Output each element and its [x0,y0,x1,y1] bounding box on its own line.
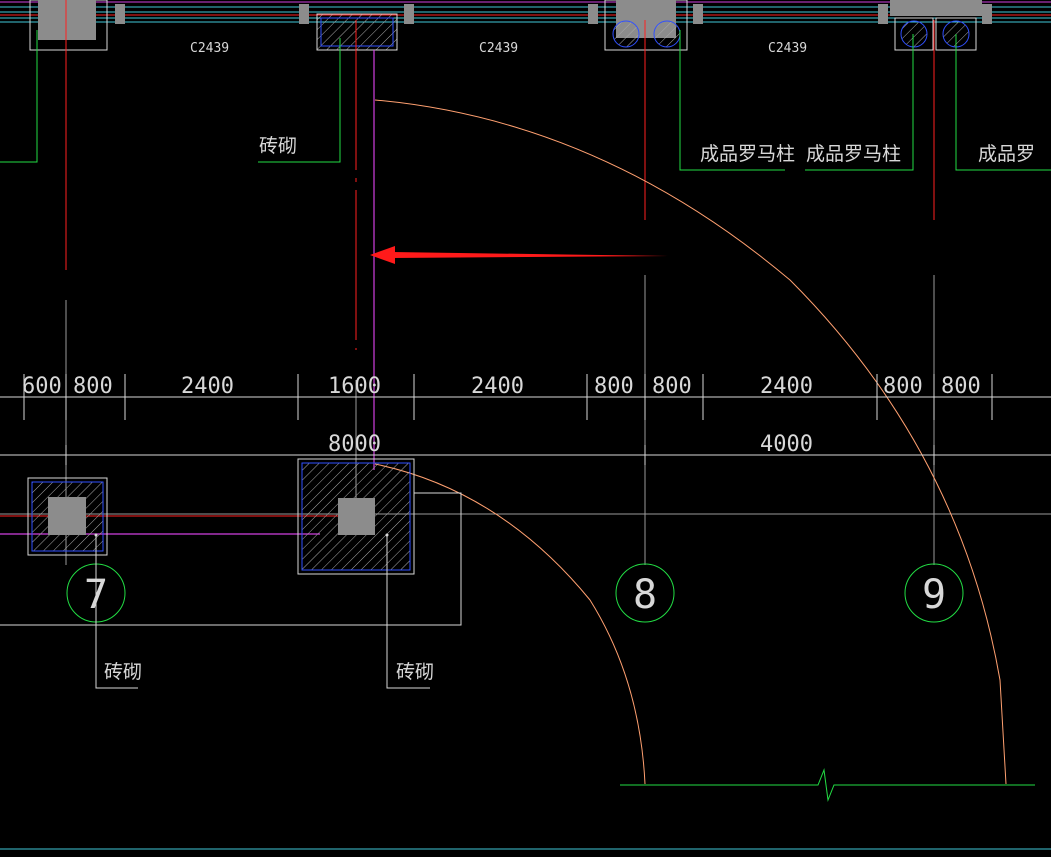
axis-bubble-8: 8 [615,563,675,623]
dim-8000: 8000 [328,432,381,457]
axis-label-8: 8 [633,572,657,618]
outer-arc [374,99,1007,785]
brick-label-bottom-right: 砖砌 [396,661,434,683]
dim-2400-c: 2400 [760,374,813,399]
top-column-right [890,0,982,51]
dim-800-e: 800 [941,374,981,399]
dim-2400-a: 2400 [181,374,234,399]
top-column-brick [316,13,398,51]
dim-800-c: 800 [652,374,692,399]
inner-arc [374,463,646,785]
bottom-column-center [297,458,415,575]
top-column-mid [604,0,688,51]
red-arrow-annotation [370,246,668,264]
window-label-3: C2439 [768,41,807,56]
dim-600: 600 [22,374,62,399]
window-label-1: C2439 [190,41,229,56]
roman-column-label-1: 成品罗马柱 [700,143,795,165]
dim-2400-b: 2400 [471,374,524,399]
window-label-2: C2439 [479,41,518,56]
roman-column-label-2: 成品罗马柱 [806,143,901,165]
dim-800-d: 800 [883,374,923,399]
bottom-column-left [27,477,108,556]
roman-column-label-3: 成品罗 [978,143,1035,165]
dim-1600: 1600 [328,374,381,399]
break-line [620,768,1035,802]
brick-label-bottom-left: 砖砌 [104,661,142,683]
axis-label-9: 9 [922,572,946,618]
axis-lines [0,0,1051,565]
dim-800-a: 800 [73,374,113,399]
floor-plan-drawing: C2439 C2439 C2439 砖砌 成品罗马柱 成品罗马柱 成品罗 600… [0,0,1051,850]
dim-800-b: 800 [594,374,634,399]
top-column-left [29,0,108,51]
dimension-row-2-lines [0,445,1051,465]
brick-label-top: 砖砌 [259,135,297,157]
dim-4000: 4000 [760,432,813,457]
axis-bubble-9: 9 [904,563,964,623]
cad-drawing-canvas[interactable]: C2439 C2439 C2439 砖砌 成品罗马柱 成品罗马柱 成品罗 600… [0,0,1051,852]
